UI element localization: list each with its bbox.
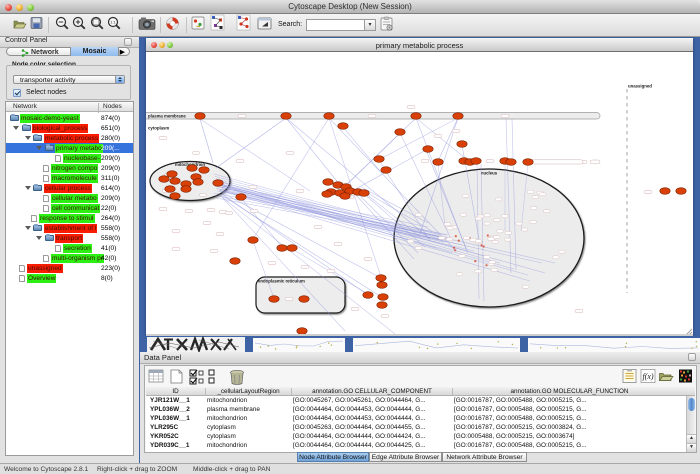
svg-text:unassigned: unassigned xyxy=(628,84,652,89)
svg-text:endoplasmic reticulum: endoplasmic reticulum xyxy=(258,279,305,284)
svg-text:cytoplasm: cytoplasm xyxy=(148,126,169,131)
svg-text:f(x): f(x) xyxy=(642,372,653,381)
svg-text:1:1: 1:1 xyxy=(110,20,116,25)
svg-text:plasma membrane: plasma membrane xyxy=(148,114,186,119)
svg-text:nucleus: nucleus xyxy=(481,171,498,176)
